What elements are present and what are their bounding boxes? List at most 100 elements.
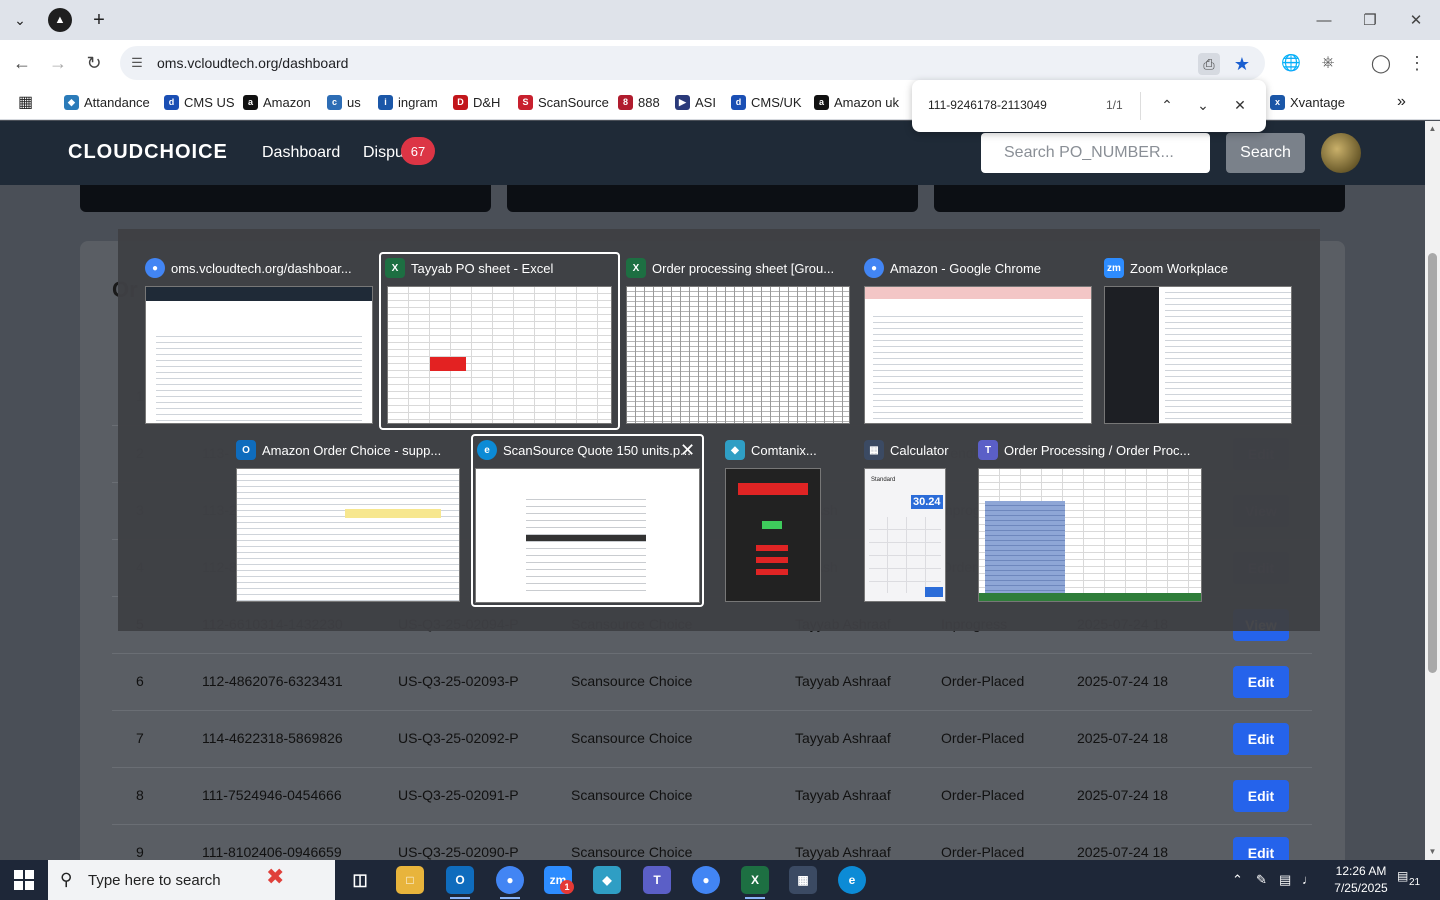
chrome-profile-taskbar-icon[interactable]: ● [692,866,720,894]
bookmark-dh[interactable]: D D&H [453,92,500,112]
find-close-icon[interactable]: ✕ [1229,94,1251,116]
thumbnail [626,286,850,424]
bookmark-cms-us[interactable]: d CMS US [164,92,235,112]
zoom-notification-badge: 1 [560,880,574,894]
bookmark-amazon[interactable]: a Amazon [243,92,311,112]
forward-arrow-icon[interactable]: → [45,50,71,76]
cell-vendor: Scansource Choice [571,787,693,803]
edit-button[interactable]: Edit [1233,723,1289,755]
find-input[interactable]: 111-9246178-2113049 [928,98,1047,112]
thumbnail: Standard 30.24 [864,468,946,602]
bookmark-scansource[interactable]: S ScanSource [518,92,609,112]
apps-grid-icon[interactable]: ▦ [18,92,33,112]
nav-dashboard[interactable]: Dashboard [262,144,340,162]
cell-idx: 7 [136,730,144,746]
profile-icon[interactable]: ◯ [1369,51,1393,75]
cell-idx: 9 [136,844,144,860]
cell-status: Order-Placed [941,730,1025,746]
cms-uk-icon: d [731,94,746,110]
active-tab-favicon[interactable]: ▲ [48,8,72,32]
excel-icon: X [385,258,405,278]
switcher-window-amazon-chrome[interactable]: ● Amazon - Google Chrome [860,254,1096,428]
switcher-window-scansource-quote[interactable]: e ScanSource Quote 150 units.p... ✕ [471,434,704,607]
close-window-icon[interactable]: ✕ [1401,10,1431,30]
tab-search-chevron-icon[interactable]: ⌄ [8,8,32,32]
switcher-window-comtanix[interactable]: ◆ Comtanix... [721,436,825,606]
pen-icon[interactable]: ✎ [1256,872,1267,888]
find-previous-chevron-up-icon[interactable]: ⌃ [1156,94,1178,116]
chrome-taskbar-icon[interactable]: ● [496,866,524,894]
user-avatar[interactable] [1321,133,1361,173]
switcher-window-zoom[interactable]: zm Zoom Workplace [1100,254,1296,428]
translate-globe-icon[interactable]: 🌐 [1279,51,1303,75]
bookmark-asi[interactable]: ▶ ASI [675,92,716,112]
switcher-close-icon[interactable]: ✕ [680,440,695,461]
cell-user: Tayyab Ashraaf [795,787,891,803]
more-bookmarks-chevron-icon[interactable]: » [1397,92,1406,112]
zoom-taskbar-icon[interactable]: zm 1 [544,866,574,894]
edge-taskbar-icon[interactable]: e [838,866,866,894]
calculator-taskbar-icon[interactable]: ▦ [789,866,817,894]
network-icon[interactable]: ▤ [1279,872,1291,888]
volume-icon[interactable]: ♩ [1302,872,1315,887]
bookmark-us[interactable]: c us [327,92,361,112]
switcher-window-calculator[interactable]: ▦ Calculator Standard 30.24 [860,436,949,606]
windows-start-icon[interactable] [14,870,34,890]
show-hidden-icons-chevron-icon[interactable]: ⌃ [1232,872,1243,888]
bookmark-amazon-uk[interactable]: a Amazon uk [814,92,899,112]
extensions-puzzle-icon[interactable]: ⎈ [1316,51,1340,75]
po-search-input[interactable] [981,133,1210,173]
bookmark-star-icon[interactable]: ★ [1231,53,1253,75]
switcher-window-outlook[interactable]: O Amazon Order Choice - supp... [232,436,464,606]
thumbnail [1104,286,1292,424]
scroll-up-arrow-icon[interactable]: ▲ [1428,124,1437,133]
bookmark-xvantage[interactable]: x Xvantage [1270,92,1345,112]
switcher-window-tayyab-po-sheet[interactable]: X Tayyab PO sheet - Excel [379,252,620,430]
cell-date: 2025-07-24 18 [1077,844,1169,860]
page-scrollbar[interactable]: ▲ ▼ [1425,121,1440,860]
outlook-taskbar-icon[interactable]: O [446,866,474,894]
table-row: 9 111-8102406-0946659 US-Q3-25-02090-P Scan… [112,825,1312,860]
amazon-icon: a [243,94,258,110]
file-explorer-icon[interactable]: □ [396,866,424,894]
bookmark-cms-uk[interactable]: d CMS/UK [731,92,802,112]
back-arrow-icon[interactable]: ← [9,50,35,76]
cell-date: 2025-07-24 18 [1077,673,1169,689]
scroll-thumb[interactable] [1428,253,1437,673]
reload-icon[interactable]: ↻ [81,50,107,76]
cloudchoice-logo[interactable]: CLOUDCHOICE [68,141,228,164]
bookmark-888[interactable]: 8 888 [618,92,660,112]
find-next-chevron-down-icon[interactable]: ⌄ [1192,94,1214,116]
notification-center-icon[interactable]: ▤ 21 [1397,869,1423,891]
cell-order: 111-7524946-0454666 [202,787,342,803]
edit-button[interactable]: Edit [1233,837,1289,860]
switcher-window-teams-order-processing[interactable]: T Order Processing / Order Proc... [974,436,1206,606]
edit-button[interactable]: Edit [1233,780,1289,812]
switcher-window-order-processing-sheet[interactable]: X Order processing sheet [Grou... [622,254,854,428]
taskbar-search[interactable]: ⚲ Type here to search ✖ [48,860,335,900]
taskbar-clock[interactable]: 12:26 AM 7/25/2025 [1330,863,1392,897]
restore-icon[interactable]: ❐ [1355,10,1385,30]
edit-button[interactable]: Edit [1233,666,1289,698]
excel-taskbar-icon[interactable]: X [741,866,769,894]
search-icon: ⚲ [60,870,73,889]
table-row: 8 111-7524946-0454666 US-Q3-25-02091-P Scan… [112,768,1312,825]
cell-vendor: Scansource Choice [571,730,693,746]
site-info-icon[interactable]: ☰ [128,54,146,72]
bookmark-ingram[interactable]: i ingram [378,92,438,112]
chrome-icon: ● [864,258,884,278]
bookmark-attandance[interactable]: ◆ Attandance [64,92,150,112]
scroll-down-arrow-icon[interactable]: ▼ [1428,847,1437,856]
task-view-icon[interactable]: ◫ [346,866,374,894]
switcher-window-chrome-oms[interactable]: ● oms.vcloudtech.org/dashboar... [141,254,377,428]
comtanix-taskbar-icon[interactable]: ◆ [593,866,621,894]
address-bar[interactable]: ☰ oms.vcloudtech.org/dashboard ⎙ ★ [120,46,1265,80]
find-in-page-icon[interactable]: ⎙ [1198,53,1220,75]
minimize-icon[interactable]: — [1309,10,1339,30]
new-tab-plus-icon[interactable]: + [87,8,111,32]
menu-kebab-icon[interactable]: ⋮ [1405,51,1429,75]
nav-disputes[interactable]: Dispu [363,144,404,162]
teams-taskbar-icon[interactable]: T [643,866,671,894]
search-button[interactable]: Search [1226,133,1305,173]
attandance-icon: ◆ [64,94,79,110]
